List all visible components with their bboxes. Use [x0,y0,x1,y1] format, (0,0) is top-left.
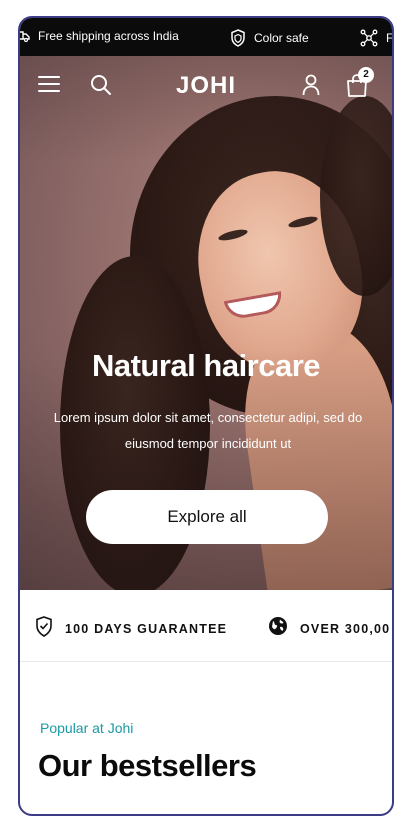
hero-title: Natural haircare [91,348,321,383]
announcement-bar: Free shipping across India Color safe F [20,18,392,56]
molecule-icon [360,29,378,47]
brand-logo[interactable]: JOHI [20,72,392,100]
announcement-color-safe: Color safe [230,29,309,47]
announcement-text: Color safe [254,31,309,45]
top-nav: JOHI [20,56,392,120]
trust-item-customers: OVER 300,00 [268,616,390,641]
trust-label: 100 DAYS GUARANTEE [65,622,228,636]
globe-icon [268,616,288,641]
announcement-formula: F [360,29,392,47]
shield-icon [230,29,246,47]
phone-frame: Free shipping across India Color safe F [18,16,394,816]
trust-item-guarantee: 100 DAYS GUARANTEE [35,616,227,642]
announcement-text: Free shipping across India [38,29,179,43]
announcement-shipping: Free shipping across India [20,29,179,43]
user-icon[interactable] [302,74,320,101]
cart-count-badge: 2 [358,67,374,83]
trust-label: OVER 300,00 [300,621,391,636]
announcement-text: F [386,31,392,45]
hero-subtitle: Lorem ipsum dolor sit amet, consectetur … [53,410,363,451]
truck-icon [20,29,30,43]
section-title: Our bestsellers [38,748,257,783]
explore-all-button[interactable]: Explore all [86,490,328,544]
shield-check-icon [35,616,53,642]
section-eyebrow: Popular at Johi [40,720,134,736]
trust-bar: 100 DAYS GUARANTEE OVER 300,00 [20,590,392,662]
